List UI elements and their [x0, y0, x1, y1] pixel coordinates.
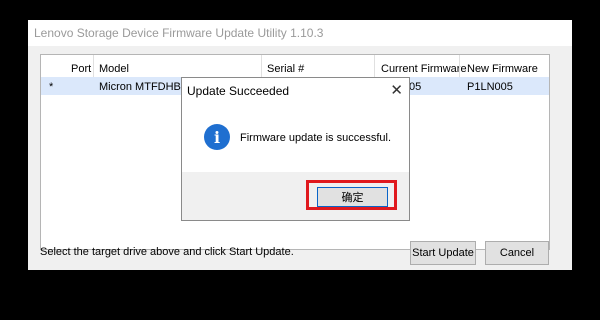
ok-button[interactable]: 确定 [317, 187, 388, 207]
column-header-port[interactable]: Port [71, 63, 91, 75]
cell-new-firmware: P1LN005 [467, 81, 513, 93]
dialog-message: Firmware update is successful. [240, 132, 391, 144]
start-update-button[interactable]: Start Update [410, 241, 476, 265]
column-separator [261, 55, 262, 77]
cancel-button[interactable]: Cancel [485, 241, 549, 265]
column-header-serial[interactable]: Serial # [267, 63, 304, 75]
column-separator [374, 55, 375, 77]
row-marker: * [49, 81, 54, 93]
column-header-model[interactable]: Model [99, 63, 129, 75]
close-icon[interactable]: ✕ [390, 81, 403, 99]
column-header-current-firmware[interactable]: Current Firmware [381, 63, 467, 75]
title-bar[interactable]: Lenovo Storage Device Firmware Update Ut… [28, 20, 572, 46]
column-header-new-firmware[interactable]: New Firmware [467, 63, 538, 75]
info-icon: i [204, 124, 230, 150]
instruction-text: Select the target drive above and click … [40, 246, 294, 258]
window-title: Lenovo Storage Device Firmware Update Ut… [34, 26, 324, 40]
cell-current-firmware: 05 [409, 81, 422, 93]
column-separator [459, 55, 460, 77]
column-separator [93, 55, 94, 77]
dialog-title: Update Succeeded [187, 84, 290, 98]
